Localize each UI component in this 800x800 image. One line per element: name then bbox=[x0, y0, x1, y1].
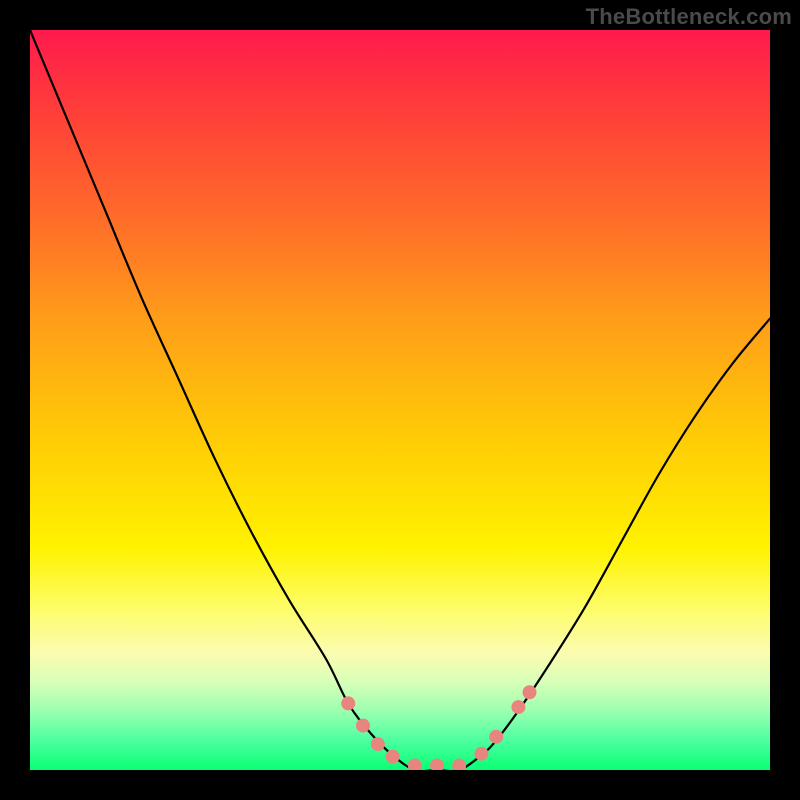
curve-marker bbox=[511, 700, 525, 714]
curve-marker bbox=[452, 759, 466, 770]
curve-marker bbox=[523, 685, 537, 699]
curve-path-group bbox=[30, 30, 770, 770]
curve-marker bbox=[356, 719, 370, 733]
curve-marker bbox=[341, 696, 355, 710]
watermark-text: TheBottleneck.com bbox=[586, 4, 792, 30]
curve-marker bbox=[489, 730, 503, 744]
chart-frame: TheBottleneck.com bbox=[0, 0, 800, 800]
curve-marker bbox=[371, 737, 385, 751]
curve-marker bbox=[408, 759, 422, 770]
plot-area bbox=[30, 30, 770, 770]
bottleneck-curve bbox=[30, 30, 770, 770]
curve-layer bbox=[30, 30, 770, 770]
curve-marker bbox=[474, 747, 488, 761]
curve-marker bbox=[386, 750, 400, 764]
curve-marker bbox=[430, 759, 444, 770]
